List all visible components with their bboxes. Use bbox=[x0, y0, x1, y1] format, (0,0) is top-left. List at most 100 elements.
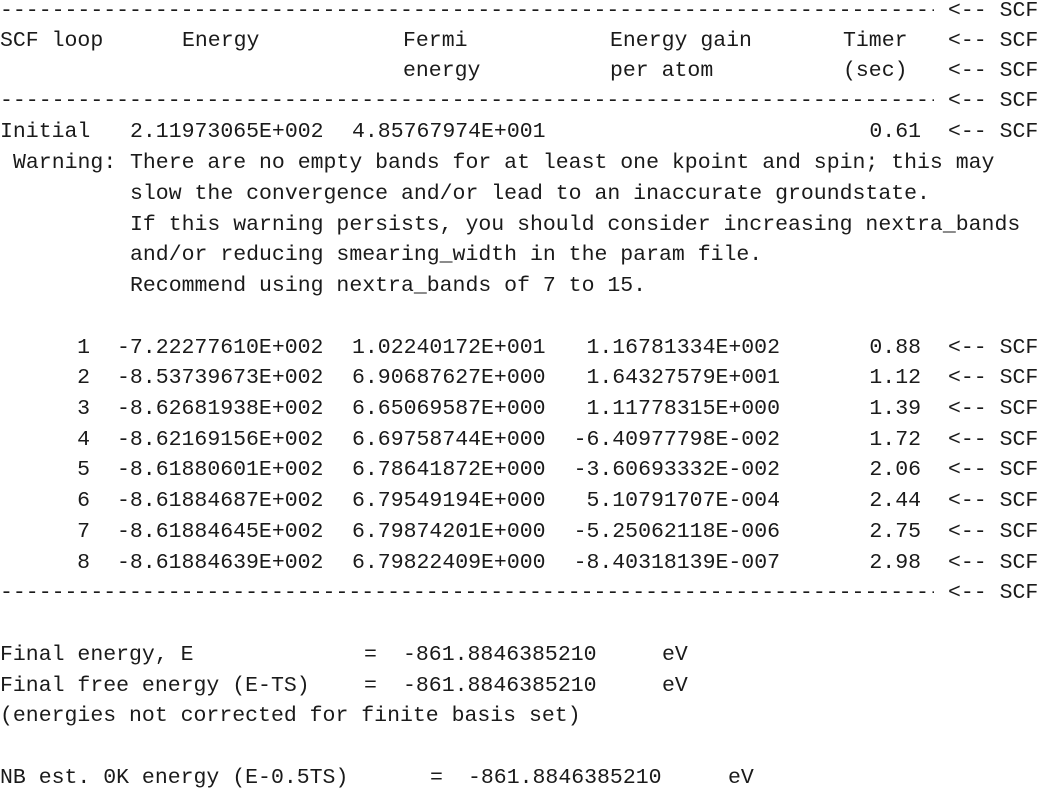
iteration-gain: -6.40977798E-002 bbox=[573, 428, 780, 452]
iteration-energy: -8.61884687E+002 bbox=[117, 489, 324, 513]
warning-text: If this warning persists, you should con… bbox=[130, 213, 1021, 237]
final-free-energy-value: -861.8846385210 bbox=[403, 674, 597, 698]
final-energy-value: -861.8846385210 bbox=[403, 643, 597, 667]
iteration-energy: -8.62169156E+002 bbox=[117, 428, 324, 452]
warning-label: Warning: bbox=[13, 151, 117, 175]
col-header-energy-gain: Energy gain bbox=[610, 29, 752, 53]
initial-label: Initial bbox=[0, 120, 91, 144]
dash-rule: ----------------------------------------… bbox=[0, 0, 934, 23]
warning-line: slow the convergence and/or lead to an i… bbox=[0, 179, 1039, 209]
dash-rule: ----------------------------------------… bbox=[0, 581, 934, 605]
iteration-gain: -5.25062118E-006 bbox=[573, 520, 780, 544]
iteration-timer: 2.44 bbox=[869, 489, 921, 513]
col-header-scf-loop: SCF loop bbox=[0, 29, 104, 53]
header-row: energy per atom (sec) <-- SCF bbox=[0, 56, 1039, 86]
scf-tag: <-- SCF bbox=[948, 89, 1039, 113]
iteration-fermi: 6.69758744E+000 bbox=[352, 428, 546, 452]
iteration-gain: 1.11778315E+000 bbox=[586, 397, 780, 421]
equals-sign: = bbox=[430, 766, 443, 790]
col-header-energy: Energy bbox=[182, 29, 260, 53]
iteration-number: 6 bbox=[77, 489, 90, 513]
scf-tag: <-- SCF bbox=[948, 551, 1039, 575]
iteration-energy: -8.61884645E+002 bbox=[117, 520, 324, 544]
col-header-gain-sub: per atom bbox=[610, 59, 714, 83]
iteration-number: 3 bbox=[77, 397, 90, 421]
warning-text: slow the convergence and/or lead to an i… bbox=[130, 182, 930, 206]
scf-tag: <-- SCF bbox=[948, 59, 1039, 83]
basis-set-note: (energies not corrected for finite basis… bbox=[0, 704, 581, 728]
nb-energy-row: NB est. 0K energy (E-0.5TS) = -861.88463… bbox=[0, 763, 1039, 790]
rule-line: ----------------------------------------… bbox=[0, 0, 1039, 26]
equals-sign: = bbox=[364, 643, 377, 667]
iteration-fermi: 1.02240172E+001 bbox=[352, 336, 546, 360]
energy-unit: eV bbox=[728, 766, 754, 790]
iteration-timer: 2.06 bbox=[869, 458, 921, 482]
iteration-number: 7 bbox=[77, 520, 90, 544]
iteration-timer: 1.12 bbox=[869, 366, 921, 390]
iteration-gain: 1.64327579E+001 bbox=[586, 366, 780, 390]
iteration-number: 1 bbox=[77, 336, 90, 360]
iteration-row: 1 -7.22277610E+002 1.02240172E+001 1.167… bbox=[0, 333, 1039, 363]
iteration-fermi: 6.79549194E+000 bbox=[352, 489, 546, 513]
energy-unit: eV bbox=[662, 643, 688, 667]
scf-tag: <-- SCF bbox=[948, 29, 1039, 53]
iteration-row: 2 -8.53739673E+002 6.90687627E+000 1.643… bbox=[0, 363, 1039, 393]
iteration-fermi: 6.79874201E+000 bbox=[352, 520, 546, 544]
warning-line: and/or reducing smearing_width in the pa… bbox=[0, 240, 1039, 270]
scf-tag: <-- SCF bbox=[948, 458, 1039, 482]
iteration-gain: -3.60693332E-002 bbox=[573, 458, 780, 482]
col-header-fermi: Fermi bbox=[403, 29, 468, 53]
iteration-timer: 2.98 bbox=[869, 551, 921, 575]
iteration-timer: 2.75 bbox=[869, 520, 921, 544]
scf-tag: <-- SCF bbox=[948, 489, 1039, 513]
iteration-fermi: 6.79822409E+000 bbox=[352, 551, 546, 575]
iteration-row: 7 -8.61884645E+002 6.79874201E+000 -5.25… bbox=[0, 517, 1039, 547]
initial-timer: 0.61 bbox=[869, 120, 921, 144]
iteration-energy: -8.61884639E+002 bbox=[117, 551, 324, 575]
iteration-timer: 1.39 bbox=[869, 397, 921, 421]
iteration-row: 8 -8.61884639E+002 6.79822409E+000 -8.40… bbox=[0, 548, 1039, 578]
col-header-timer-sub: (sec) bbox=[843, 59, 908, 83]
iteration-gain: 1.16781334E+002 bbox=[586, 336, 780, 360]
rule-line: ----------------------------------------… bbox=[0, 578, 1039, 608]
energy-unit: eV bbox=[662, 674, 688, 698]
warning-line: If this warning persists, you should con… bbox=[0, 210, 1039, 240]
final-free-energy-label: Final free energy (E-TS) bbox=[0, 674, 310, 698]
warning-line: Recommend using nextra_bands of 7 to 15. bbox=[0, 271, 1039, 301]
iteration-energy: -8.53739673E+002 bbox=[117, 366, 324, 390]
warning-text: Recommend using nextra_bands of 7 to 15. bbox=[130, 274, 647, 298]
scf-tag: <-- SCF bbox=[948, 428, 1039, 452]
iteration-energy: -8.62681938E+002 bbox=[117, 397, 324, 421]
initial-fermi: 4.85767974E+001 bbox=[352, 120, 546, 144]
header-row: SCF loop Energy Fermi Energy gain Timer … bbox=[0, 26, 1039, 56]
basis-note-row: (energies not corrected for finite basis… bbox=[0, 701, 1039, 731]
iteration-row: 5 -8.61880601E+002 6.78641872E+000 -3.60… bbox=[0, 455, 1039, 485]
scf-log: ----------------------------------------… bbox=[0, 0, 1039, 790]
iteration-row: 6 -8.61884687E+002 6.79549194E+000 5.107… bbox=[0, 486, 1039, 516]
rule-line: ----------------------------------------… bbox=[0, 86, 1039, 116]
scf-tag: <-- SCF bbox=[948, 397, 1039, 421]
iteration-number: 4 bbox=[77, 428, 90, 452]
scf-tag: <-- SCF bbox=[948, 120, 1039, 144]
dash-rule: ----------------------------------------… bbox=[0, 89, 934, 113]
equals-sign: = bbox=[364, 674, 377, 698]
warning-line: Warning: There are no empty bands for at… bbox=[0, 148, 1039, 178]
initial-row: Initial 2.11973065E+002 4.85767974E+001 … bbox=[0, 117, 1039, 147]
final-free-energy-row: Final free energy (E-TS) = -861.88463852… bbox=[0, 671, 1039, 701]
iteration-energy: -7.22277610E+002 bbox=[117, 336, 324, 360]
scf-tag: <-- SCF bbox=[948, 581, 1039, 605]
iteration-gain: -8.40318139E-007 bbox=[573, 551, 780, 575]
nb-energy-label: NB est. 0K energy (E-0.5TS) bbox=[0, 766, 349, 790]
iteration-fermi: 6.78641872E+000 bbox=[352, 458, 546, 482]
final-energy-label: Final energy, E bbox=[0, 643, 194, 667]
scf-tag: <-- SCF bbox=[948, 0, 1039, 23]
iteration-fermi: 6.65069587E+000 bbox=[352, 397, 546, 421]
iteration-number: 8 bbox=[77, 551, 90, 575]
iteration-number: 5 bbox=[77, 458, 90, 482]
iteration-fermi: 6.90687627E+000 bbox=[352, 366, 546, 390]
warning-text: and/or reducing smearing_width in the pa… bbox=[130, 243, 763, 267]
col-header-fermi-sub: energy bbox=[403, 59, 481, 83]
warning-text: There are no empty bands for at least on… bbox=[130, 151, 995, 175]
nb-energy-value: -861.8846385210 bbox=[468, 766, 662, 790]
iteration-timer: 0.88 bbox=[869, 336, 921, 360]
